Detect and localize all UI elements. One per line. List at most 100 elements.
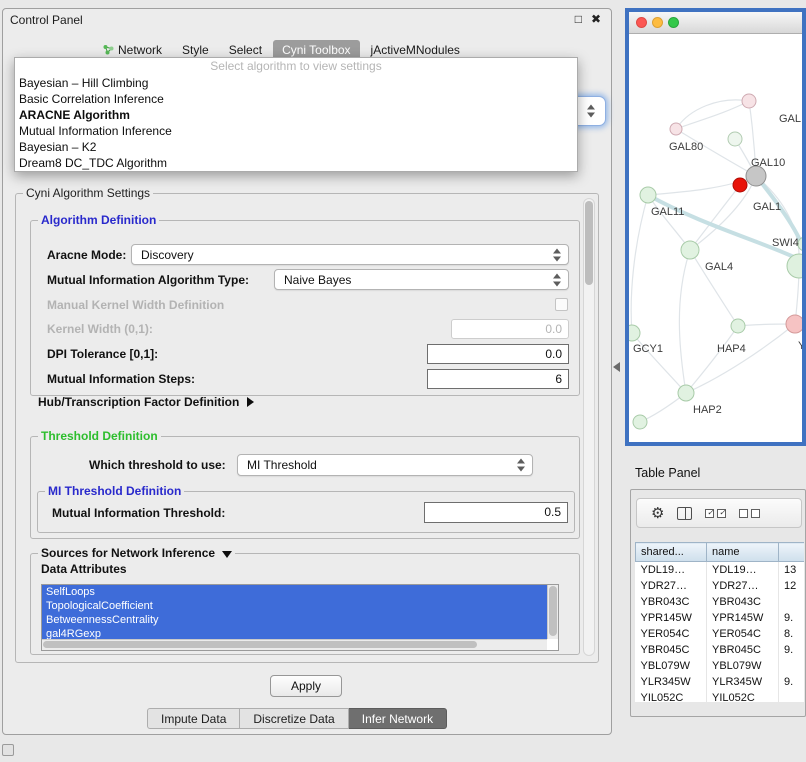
algorithm-option-dream8-dc-tdc-algorithm[interactable]: Dream8 DC_TDC Algorithm xyxy=(15,155,577,171)
minimize-traffic-light[interactable] xyxy=(652,17,663,28)
network-node[interactable] xyxy=(742,94,756,108)
table-cell[interactable]: YDL19… xyxy=(636,562,707,579)
attribute-item-gal4rgexp[interactable]: gal4RGexp xyxy=(42,627,547,639)
node-label: GAL1 xyxy=(753,201,781,213)
table-row[interactable]: YDL19…YDL19…13 xyxy=(636,562,805,579)
list-vertical-thumb[interactable] xyxy=(549,586,557,636)
algorithm-option-bayesian-hill-climbing[interactable]: Bayesian – Hill Climbing xyxy=(15,75,577,91)
table-row[interactable]: YBR045CYBR045C9. xyxy=(636,642,805,658)
table-cell[interactable]: YDR27… xyxy=(707,578,779,594)
settings-scrollbar-thumb[interactable] xyxy=(585,201,593,285)
columns-icon[interactable] xyxy=(677,507,692,520)
table-cell[interactable]: YDR27… xyxy=(636,578,707,594)
splitter-collapse-arrow[interactable] xyxy=(613,362,620,372)
corner-grip-icon[interactable] xyxy=(2,744,14,756)
table-cell[interactable]: YER054C xyxy=(707,626,779,642)
sources-toggle[interactable]: Sources for Network Inference xyxy=(38,546,235,560)
table-cell[interactable]: 9. xyxy=(779,610,805,626)
table-row[interactable]: YBR043CYBR043C xyxy=(636,594,805,610)
list-horizontal-thumb[interactable] xyxy=(43,641,477,648)
table-cell[interactable]: 9. xyxy=(779,642,805,658)
data-attributes-list[interactable]: SelfLoopsTopologicalCoefficientBetweenne… xyxy=(41,584,559,651)
mi-threshold-field[interactable]: 0.5 xyxy=(424,502,568,523)
network-canvas[interactable]: GAL80GALGAL10GAL11GAL1SWI4GAL4GCY1HAP4YH… xyxy=(629,34,802,442)
attribute-item-topologicalcoefficient[interactable]: TopologicalCoefficient xyxy=(42,599,547,613)
table-cell[interactable]: YBR045C xyxy=(636,642,707,658)
network-node[interactable] xyxy=(787,254,802,278)
algorithm-option-aracne-algorithm[interactable]: ARACNE Algorithm xyxy=(15,107,577,123)
node-table-body: YDL19…YDL19…13YDR27…YDR27…12YBR043CYBR04… xyxy=(636,562,805,703)
deselect-all-icon[interactable] xyxy=(739,509,760,518)
network-node[interactable] xyxy=(681,241,699,259)
table-cell[interactable]: YPR145W xyxy=(707,610,779,626)
threshold-type-combo[interactable]: MI Threshold xyxy=(237,454,533,476)
table-row[interactable]: YLR345WYLR345W9. xyxy=(636,674,805,690)
attribute-item-selfloops[interactable]: SelfLoops xyxy=(42,585,547,599)
gear-icon[interactable]: ⚙ xyxy=(651,506,664,521)
table-cell[interactable]: YBR043C xyxy=(707,594,779,610)
mi-algorithm-type-combo[interactable]: Naive Bayes xyxy=(274,269,569,290)
network-window-titlebar[interactable] xyxy=(629,12,802,34)
bottom-tab-discretize-data[interactable]: Discretize Data xyxy=(240,708,348,729)
apply-button[interactable]: Apply xyxy=(270,675,342,697)
kernel-width-field[interactable]: 0.0 xyxy=(451,319,569,339)
table-cell[interactable] xyxy=(779,594,805,610)
network-node[interactable] xyxy=(728,132,742,146)
table-cell[interactable]: 13 xyxy=(779,562,805,579)
table-cell[interactable]: YBR043C xyxy=(636,594,707,610)
float-window-icon[interactable]: □ xyxy=(575,12,582,26)
close-window-icon[interactable]: ✖ xyxy=(591,12,601,26)
table-cell[interactable]: YPR145W xyxy=(636,610,707,626)
table-cell[interactable]: YLR345W xyxy=(636,674,707,690)
network-node[interactable] xyxy=(786,315,802,333)
table-cell[interactable]: 12 xyxy=(779,578,805,594)
table-cell[interactable]: YIL052C xyxy=(707,690,779,702)
attribute-item-betweennesscentrality[interactable]: BetweennessCentrality xyxy=(42,613,547,627)
table-cell[interactable]: 9. xyxy=(779,674,805,690)
table-cell[interactable]: 8. xyxy=(779,626,805,642)
manual-kernel-width-checkbox[interactable] xyxy=(555,298,568,311)
list-vertical-scrollbar[interactable] xyxy=(547,585,558,639)
bottom-tab-infer-network[interactable]: Infer Network xyxy=(349,708,447,729)
network-node[interactable] xyxy=(746,166,766,186)
table-cell[interactable] xyxy=(779,690,805,702)
table-cell[interactable]: YBL079W xyxy=(636,658,707,674)
select-all-icon[interactable] xyxy=(705,509,726,518)
column-header-name[interactable]: name xyxy=(707,543,779,562)
zoom-traffic-light[interactable] xyxy=(668,17,679,28)
data-attributes-label: Data Attributes xyxy=(41,562,127,576)
column-header-shared-name[interactable]: shared... xyxy=(636,543,707,562)
algorithm-option-mutual-information-inference[interactable]: Mutual Information Inference xyxy=(15,123,577,139)
aracne-mode-combo[interactable]: Discovery xyxy=(131,244,569,265)
network-node[interactable] xyxy=(640,187,656,203)
network-node[interactable] xyxy=(670,123,682,135)
dpi-tolerance-field[interactable]: 0.0 xyxy=(427,344,569,364)
bottom-tab-impute-data[interactable]: Impute Data xyxy=(147,708,240,729)
settings-scrollbar[interactable] xyxy=(583,198,595,656)
network-node[interactable] xyxy=(633,415,647,429)
table-cell[interactable]: YBR045C xyxy=(707,642,779,658)
close-traffic-light[interactable] xyxy=(636,17,647,28)
table-cell[interactable]: YDL19… xyxy=(707,562,779,579)
table-cell[interactable]: YIL052C xyxy=(636,690,707,702)
table-cell[interactable] xyxy=(779,658,805,674)
table-cell[interactable]: YLR345W xyxy=(707,674,779,690)
hub-definition-toggle[interactable]: Hub/Transcription Factor Definition xyxy=(38,395,254,409)
table-row[interactable]: YDR27…YDR27…12 xyxy=(636,578,805,594)
network-node[interactable] xyxy=(678,385,694,401)
table-row[interactable]: YIL052CYIL052C xyxy=(636,690,805,702)
table-cell[interactable]: YBL079W xyxy=(707,658,779,674)
algorithm-option-bayesian-k2[interactable]: Bayesian – K2 xyxy=(15,139,577,155)
mi-steps-field[interactable]: 6 xyxy=(427,369,569,389)
column-header-extra[interactable] xyxy=(779,543,805,562)
network-node[interactable] xyxy=(731,319,745,333)
table-cell[interactable]: YER054C xyxy=(636,626,707,642)
network-node[interactable] xyxy=(629,325,640,341)
algorithm-option-basic-correlation-inference[interactable]: Basic Correlation Inference xyxy=(15,91,577,107)
table-row[interactable]: YER054CYER054C8. xyxy=(636,626,805,642)
list-horizontal-scrollbar[interactable] xyxy=(42,639,547,650)
table-row[interactable]: YBL079WYBL079W xyxy=(636,658,805,674)
combo-stepper-icon xyxy=(553,248,562,261)
table-row[interactable]: YPR145WYPR145W9. xyxy=(636,610,805,626)
network-node[interactable] xyxy=(733,178,747,192)
